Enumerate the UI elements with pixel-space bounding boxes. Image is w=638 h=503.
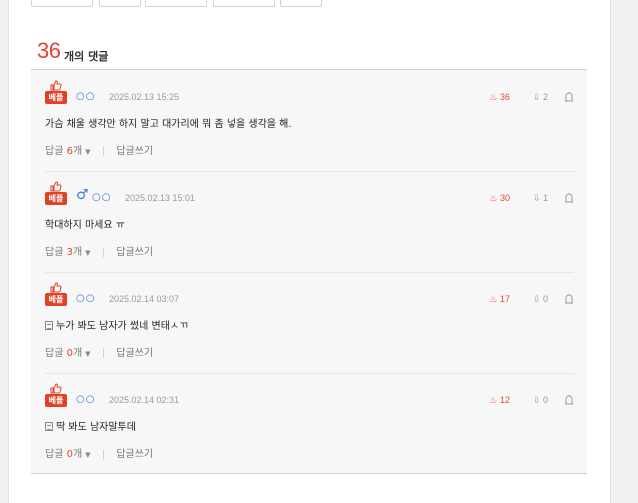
like-count: 36 xyxy=(499,92,510,102)
comment-date: 2025.02.13 15:25 xyxy=(109,92,180,102)
thumbs-down-icon: ⇩ xyxy=(532,395,541,405)
thumbs-down-icon: ⇩ xyxy=(532,193,541,203)
reply-unit: 개 xyxy=(72,449,83,460)
caret-down-icon: ▼ xyxy=(85,451,91,459)
reply-toggle[interactable]: 답글 0개 ▼ | 답글쓰기 xyxy=(45,445,153,460)
write-reply-link[interactable]: 답글쓰기 xyxy=(116,247,153,258)
comment-count: 36 xyxy=(37,38,61,63)
report-icon[interactable] xyxy=(564,294,574,304)
top-button[interactable] xyxy=(99,0,141,7)
like-button[interactable]: ♨ 12 xyxy=(489,395,510,406)
caret-down-icon: ▼ xyxy=(85,249,91,257)
comment-text: 딱 봐도 남자말투데 xyxy=(56,422,136,433)
divider: | xyxy=(101,247,106,258)
write-reply-link[interactable]: 답글쓰기 xyxy=(116,146,153,157)
divider: | xyxy=(101,146,106,157)
dislike-count: 0 xyxy=(542,294,548,304)
comment-text: 학대하지 마세요 ㅠ xyxy=(45,220,125,231)
thumbs-up-icon xyxy=(50,282,62,293)
dislike-button[interactable]: ⇩ 0 xyxy=(533,395,548,406)
reply-label: 답글 xyxy=(45,247,64,258)
top-button[interactable] xyxy=(280,0,322,7)
dislike-count: 1 xyxy=(542,193,548,203)
thumbs-up-icon xyxy=(50,80,62,91)
thumbs-up-icon: ♨ xyxy=(489,395,498,405)
user-nickname[interactable]: ○○ xyxy=(92,192,111,203)
comment-item: 베플 ♂ ○○ 2025.02.13 15:01 ♨ 30 ⇩ 1 학대하지 마… xyxy=(45,171,574,273)
best-badge: 베플 xyxy=(45,180,67,206)
dislike-count: 2 xyxy=(542,92,548,102)
like-button[interactable]: ♨ 36 xyxy=(489,92,510,103)
like-count: 12 xyxy=(499,395,510,405)
comment-date: 2025.02.14 02:31 xyxy=(109,395,180,405)
best-badge-label: 베플 xyxy=(45,192,67,205)
dislike-button[interactable]: ⇩ 1 xyxy=(533,193,548,204)
caret-down-icon: ▼ xyxy=(85,350,91,358)
reply-toggle[interactable]: 답글 0개 ▼ | 답글쓰기 xyxy=(45,344,153,359)
divider: | xyxy=(101,348,106,359)
reply-label: 답글 xyxy=(45,146,64,157)
caret-down-icon: ▼ xyxy=(85,148,91,156)
reply-label: 답글 xyxy=(45,348,64,359)
comment-text-row: 누가 봐도 남자가 썼네 변태ㅅㄲ xyxy=(45,317,188,332)
comment-date: 2025.02.13 15:01 xyxy=(125,193,196,203)
dislike-button[interactable]: ⇩ 0 xyxy=(533,294,548,305)
comment-text: 가슴 채울 생각만 하지 말고 대가리에 뭐 좀 넣을 생각을 해. xyxy=(45,119,292,130)
reply-label: 답글 xyxy=(45,449,64,460)
top-button[interactable] xyxy=(213,0,275,7)
comment-text: 누가 봐도 남자가 썼네 변태ㅅㄲ xyxy=(56,321,189,332)
reply-toggle[interactable]: 답글 3개 ▼ | 답글쓰기 xyxy=(45,243,153,258)
user-nickname[interactable]: ○○ xyxy=(76,293,95,304)
dislike-button[interactable]: ⇩ 2 xyxy=(533,92,548,103)
write-reply-link[interactable]: 답글쓰기 xyxy=(116,348,153,359)
thumbs-up-icon xyxy=(50,383,62,394)
best-comment-list: 베플 ○○ 2025.02.13 15:25 ♨ 36 ⇩ 2 가슴 채울 생각… xyxy=(31,70,587,474)
report-icon[interactable] xyxy=(564,193,574,203)
reply-unit: 개 xyxy=(72,348,83,359)
best-badge: 베플 xyxy=(45,79,67,105)
reply-unit: 개 xyxy=(72,146,83,157)
top-button[interactable] xyxy=(145,0,207,7)
thumbs-up-icon: ♨ xyxy=(489,294,498,304)
comment-text-row: 딱 봐도 남자말투데 xyxy=(45,418,136,433)
reply-unit: 개 xyxy=(72,247,83,258)
comment-header: 36 개의 댓글 xyxy=(31,38,587,70)
comment-title: 개의 댓글 xyxy=(64,50,109,63)
thumbs-down-icon: ⇩ xyxy=(532,92,541,102)
top-button[interactable] xyxy=(31,0,93,7)
like-count: 30 xyxy=(499,193,510,203)
divider: | xyxy=(101,449,106,460)
reply-toggle[interactable]: 답글 6개 ▼ | 답글쓰기 xyxy=(45,142,153,157)
thumbs-up-icon: ♨ xyxy=(489,193,498,203)
like-button[interactable]: ♨ 30 xyxy=(489,193,510,204)
best-badge-label: 베플 xyxy=(45,293,67,306)
dislike-count: 0 xyxy=(542,395,548,405)
best-badge-label: 베플 xyxy=(45,91,67,104)
comment-item: 베플 ○○ 2025.02.14 02:31 ♨ 12 ⇩ 0 딱 봐도 남자말… xyxy=(45,373,574,474)
user-nickname[interactable]: ○○ xyxy=(76,394,95,405)
thumbs-down-icon: ⇩ xyxy=(532,294,541,304)
thumbs-up-icon xyxy=(50,181,62,192)
report-icon[interactable] xyxy=(564,395,574,405)
male-icon: ♂ xyxy=(76,187,89,203)
document-icon xyxy=(45,321,53,330)
thumbs-up-icon: ♨ xyxy=(489,92,498,102)
user-nickname[interactable]: ○○ xyxy=(76,91,95,102)
comment-item: 베플 ○○ 2025.02.13 15:25 ♨ 36 ⇩ 2 가슴 채울 생각… xyxy=(45,70,574,172)
best-badge: 베플 xyxy=(45,382,67,408)
best-badge: 베플 xyxy=(45,281,67,307)
write-reply-link[interactable]: 답글쓰기 xyxy=(116,449,153,460)
comment-date: 2025.02.14 03:07 xyxy=(109,294,180,304)
report-icon[interactable] xyxy=(564,92,574,102)
comment-item: 베플 ○○ 2025.02.14 03:07 ♨ 17 ⇩ 0 누가 봐도 남자… xyxy=(45,272,574,374)
best-badge-label: 베플 xyxy=(45,394,67,407)
like-button[interactable]: ♨ 17 xyxy=(489,294,510,305)
comment-panel: 36 개의 댓글 베플 ○○ 2025.02.13 15:25 ♨ 36 ⇩ 2… xyxy=(8,0,611,503)
document-icon xyxy=(45,422,53,431)
like-count: 17 xyxy=(499,294,510,304)
